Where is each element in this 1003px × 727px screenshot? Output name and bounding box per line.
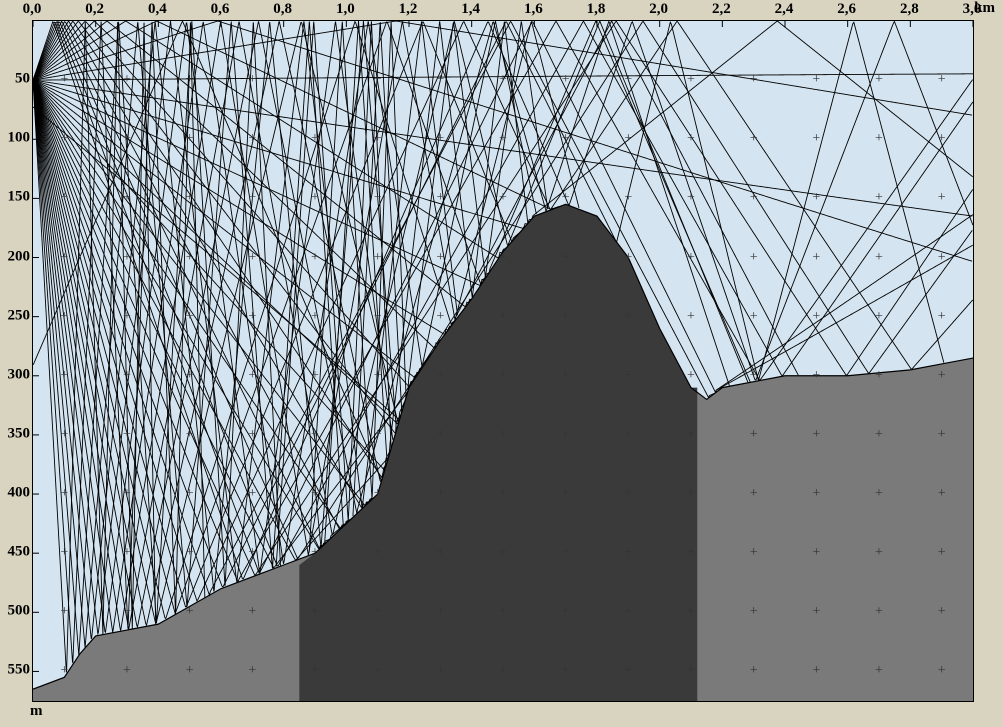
y-tick-label: 150 (2, 189, 30, 206)
x-tick-label: 3,0 (963, 1, 982, 18)
x-tick-label: 2,2 (712, 1, 731, 18)
x-tick-label: 1,0 (336, 1, 355, 18)
y-tick-label: 550 (2, 662, 30, 679)
y-tick-label: 200 (2, 248, 30, 265)
y-tick-label: 300 (2, 366, 30, 383)
acoustic-ray (33, 21, 387, 543)
x-tick-label: 0,2 (85, 1, 104, 18)
x-tick-label: 0,4 (148, 1, 167, 18)
x-tick-label: 0,0 (23, 1, 42, 18)
y-tick-label: 50 (2, 71, 30, 88)
x-tick-label: 2,4 (775, 1, 794, 18)
y-tick-label: 250 (2, 307, 30, 324)
y-tick-label: 100 (2, 130, 30, 147)
x-tick-label: 1,2 (399, 1, 418, 18)
y-axis-label: m (30, 703, 43, 720)
y-tick-label: 450 (2, 544, 30, 561)
y-tick-label: 500 (2, 603, 30, 620)
ray-tracing-chart-frame: km m 50100150200250300350400450500550 0,… (0, 0, 1003, 727)
x-tick-label: 2,6 (837, 1, 856, 18)
x-tick-label: 1,6 (524, 1, 543, 18)
x-tick-label: 0,6 (211, 1, 230, 18)
y-tick-label: 350 (2, 425, 30, 442)
x-tick-label: 0,8 (273, 1, 292, 18)
x-tick-label: 2,0 (649, 1, 668, 18)
x-tick-label: 2,8 (900, 1, 919, 18)
x-tick-label: 1,8 (587, 1, 606, 18)
plot-svg (33, 21, 973, 701)
x-tick-label: 1,4 (461, 1, 480, 18)
y-tick-label: 400 (2, 485, 30, 502)
plot-area: ++++++++++++++++++++++++++++++++++++++++… (32, 20, 974, 702)
acoustic-ray (33, 21, 381, 625)
